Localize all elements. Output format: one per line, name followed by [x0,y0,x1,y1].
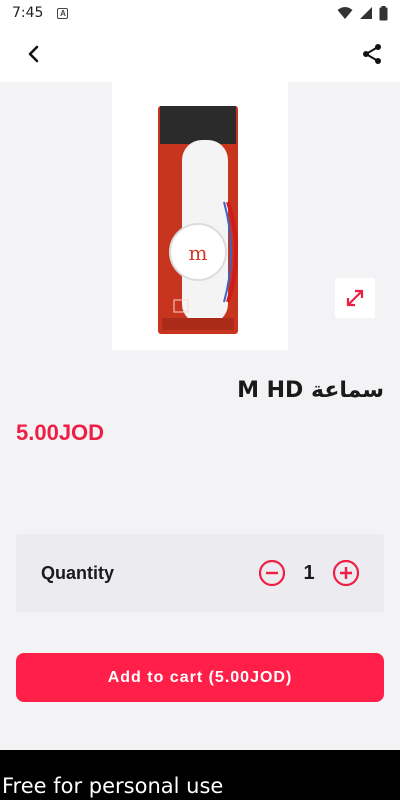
notification-app-icon: A [57,7,69,19]
quantity-card: Quantity 1 [16,534,384,612]
watermark-bar: Free for personal use [0,750,400,800]
quantity-stepper: 1 [258,559,360,587]
decrease-quantity-button[interactable] [258,559,286,587]
back-button[interactable] [20,40,48,68]
product-price: 5.00JOD [16,420,105,445]
add-to-cart-button[interactable]: Add to cart (5.00JOD) [16,653,384,702]
product-title: سماعة M HD [237,378,384,403]
wifi-icon [337,7,353,19]
quantity-label: Quantity [41,562,115,583]
minus-circle-icon [258,559,286,587]
quantity-value: 1 [303,561,315,584]
product-detail: m سماعة M HD 5.00JOD Quantity 1 Add to c… [0,82,400,750]
product-image[interactable]: m [112,82,288,350]
expand-image-button[interactable] [335,278,375,318]
status-time: 7:45 [12,5,44,21]
app-bar [0,26,400,82]
plus-circle-icon [332,559,360,587]
expand-icon [346,289,364,307]
battery-icon [379,5,388,20]
earphone-box-picture: m [158,106,238,334]
increase-quantity-button[interactable] [332,559,360,587]
status-bar: 7:45 A [0,0,400,26]
watermark-text: Free for personal use [2,774,224,798]
svg-text:m: m [189,241,208,265]
signal-icon [360,7,372,19]
share-button[interactable] [358,40,386,68]
share-icon [363,44,381,64]
back-arrow-icon [28,45,39,63]
status-indicators [337,5,388,21]
